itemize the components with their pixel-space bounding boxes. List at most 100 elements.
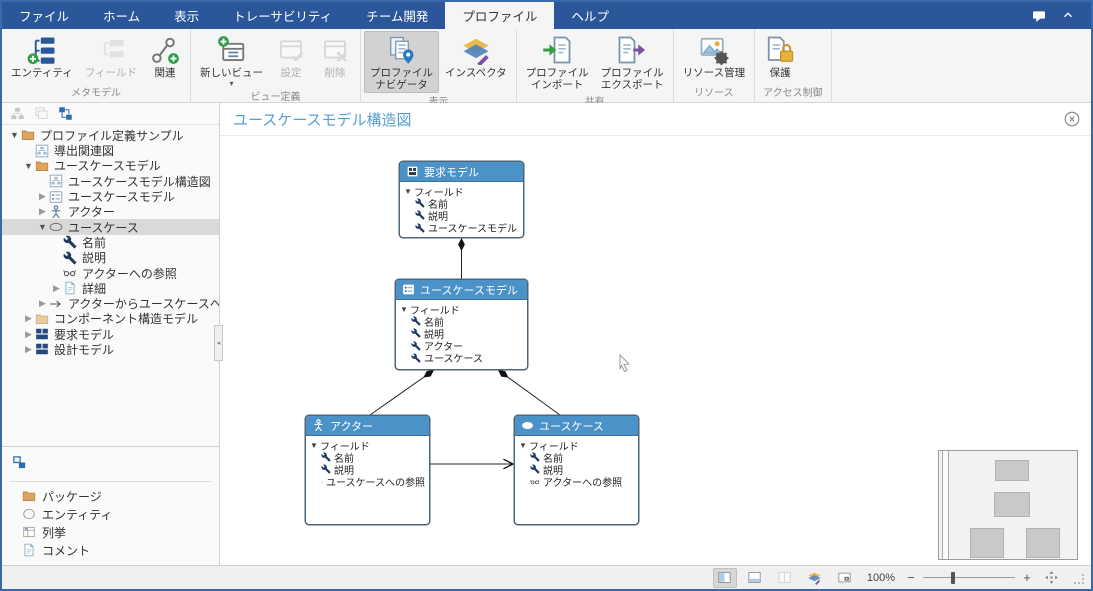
toolbox-item-エンティティ[interactable]: エンティティ [10, 505, 211, 523]
menu-tab-表示[interactable]: 表示 [157, 2, 216, 29]
collapsed-arrow-icon[interactable]: ▶ [36, 191, 49, 202]
toolbox-item-label: エンティティ [42, 506, 113, 523]
toolbox-item-コメント[interactable]: コメント [10, 541, 211, 559]
add-view-icon[interactable] [34, 106, 49, 121]
node-field-ユースケースへの参照[interactable]: ユースケースへの参照 [310, 476, 425, 488]
glasses-icon [63, 266, 77, 280]
node-header[interactable]: ユースケースモデル [396, 280, 527, 300]
sidebar-collapse-handle[interactable]: ◂ [214, 325, 223, 361]
node-field-名前[interactable]: 名前 [519, 451, 634, 463]
expanded-arrow-icon[interactable]: ▼ [519, 441, 529, 450]
tree-item-ユースケースモデル[interactable]: ▶ユースケースモデル [2, 189, 219, 204]
expanded-arrow-icon[interactable]: ▼ [8, 130, 21, 140]
tree-item-名前[interactable]: 名前 [2, 235, 219, 250]
menu-tab-チーム開発[interactable]: チーム開発 [349, 2, 445, 29]
zoom-slider-handle[interactable] [951, 572, 955, 584]
collapse-ribbon-icon[interactable] [1061, 8, 1077, 24]
node-field-フィールド[interactable]: ▼フィールド [400, 303, 523, 315]
close-diagram-icon[interactable] [1063, 110, 1081, 128]
ribbon-button-フィールド[interactable]: フィールド [79, 31, 143, 81]
expanded-arrow-icon[interactable]: ▼ [404, 187, 414, 196]
ribbon-button-設定[interactable]: 設定 [269, 31, 313, 81]
feedback-icon[interactable] [1031, 8, 1047, 24]
wrench-icon [415, 198, 425, 208]
tree-item-プロファイル定義サンプル[interactable]: ▼プロファイル定義サンプル [2, 128, 219, 143]
ribbon-button-削除[interactable]: 削除 [313, 31, 357, 81]
ribbon-button-プロファイルナビゲータ[interactable]: プロファイル ナビゲータ [364, 31, 439, 93]
view-split-vertical-button[interactable] [773, 568, 797, 588]
diagram-node-アクター[interactable]: アクター▼フィールド名前説明ユースケースへの参照 [305, 415, 430, 525]
tree-item-設計モデル[interactable]: ▶設計モデル [2, 342, 219, 357]
tree-item-ユースケースモデル構造図[interactable]: ユースケースモデル構造図 [2, 174, 219, 189]
node-field-フィールド[interactable]: ▼フィールド [310, 439, 425, 451]
tree-item-説明[interactable]: 説明 [2, 250, 219, 265]
expanded-arrow-icon[interactable]: ▼ [22, 161, 35, 171]
ribbon-button-リソース管理[interactable]: リソース管理 [677, 31, 751, 81]
node-field-ユースケースモデル[interactable]: ユースケースモデル [404, 222, 519, 234]
resize-grip[interactable] [1073, 572, 1085, 584]
menu-tab-トレーサビリティ[interactable]: トレーサビリティ [216, 2, 349, 29]
toolbox-item-列挙[interactable]: 列挙 [10, 523, 211, 541]
collapsed-arrow-icon[interactable]: ▶ [50, 283, 63, 294]
ribbon-button-新しいビュー[interactable]: 新しいビュー▾ [194, 31, 269, 88]
menu-tab-ファイル[interactable]: ファイル [2, 2, 86, 29]
expanded-arrow-icon[interactable]: ▼ [36, 222, 49, 232]
ribbon-button-保護[interactable]: 保護 [758, 31, 802, 81]
diagram-node-要求モデル[interactable]: 要求モデル▼フィールド名前説明ユースケースモデル [399, 161, 524, 238]
zoom-in-button[interactable]: + [1021, 570, 1033, 585]
locate-model-icon[interactable] [58, 106, 73, 121]
toolbox-item-パッケージ[interactable]: パッケージ [10, 487, 211, 505]
collapsed-arrow-icon[interactable]: ▶ [22, 313, 35, 324]
tree-item-ユースケース[interactable]: ▼ユースケース [2, 219, 219, 234]
view-split-horizontal-button[interactable] [743, 568, 767, 588]
expanded-arrow-icon[interactable]: ▼ [400, 305, 410, 314]
node-field-名前[interactable]: 名前 [310, 451, 425, 463]
node-field-アクターへの参照[interactable]: アクターへの参照 [519, 476, 634, 488]
diagram-surface[interactable]: 要求モデル▼フィールド名前説明ユースケースモデルユースケースモデル▼フィールド名… [220, 136, 1091, 565]
node-field-名前[interactable]: 名前 [400, 315, 523, 327]
collapsed-arrow-icon[interactable]: ▶ [36, 206, 49, 217]
composition-connector[interactable] [498, 370, 560, 415]
expanded-arrow-icon[interactable]: ▼ [310, 441, 320, 450]
ribbon-button-プロファイルエクスポート[interactable]: プロファイル エクスポート [595, 31, 670, 93]
node-field-label: ユースケースモデル [428, 220, 517, 235]
node-field-フィールド[interactable]: ▼フィールド [404, 185, 519, 197]
collapsed-arrow-icon[interactable]: ▶ [22, 329, 35, 340]
node-header[interactable]: アクター [306, 416, 429, 436]
wrench-icon [411, 328, 421, 338]
inspector-toggle-icon[interactable] [803, 568, 827, 588]
ribbon-button-エンティティ[interactable]: エンティティ [5, 31, 79, 81]
collapsed-arrow-icon[interactable]: ▶ [22, 344, 35, 355]
diagram-node-ユースケースモデル[interactable]: ユースケースモデル▼フィールド名前説明アクターユースケース [395, 279, 528, 370]
tree-item-ユースケースモデル[interactable]: ▼ユースケースモデル [2, 158, 219, 173]
menu-tab-ホーム[interactable]: ホーム [86, 2, 157, 29]
node-header[interactable]: ユースケース [515, 416, 638, 436]
diagram-node-ユースケース[interactable]: ユースケース▼フィールド名前説明アクターへの参照 [514, 415, 639, 525]
minimap-toggle-icon[interactable] [833, 568, 857, 588]
minimap[interactable] [938, 450, 1078, 560]
menu-tab-ヘルプ[interactable]: ヘルプ [554, 2, 626, 29]
menu-tab-プロファイル[interactable]: プロファイル [445, 2, 554, 29]
view-single-pane-button[interactable] [713, 568, 737, 588]
tree-item-アクターへの参照[interactable]: アクターへの参照 [2, 265, 219, 280]
tree-item-コンポーネント構造モデル[interactable]: ▶コンポーネント構造モデル [2, 311, 219, 326]
node-header[interactable]: 要求モデル [400, 162, 523, 182]
pan-tool-icon[interactable] [1039, 568, 1063, 588]
tree-item-アクター[interactable]: ▶アクター [2, 204, 219, 219]
ribbon-button-プロファイルインポート[interactable]: プロファイル インポート [520, 31, 595, 93]
tree-item-導出関連図[interactable]: 導出関連図 [2, 143, 219, 158]
node-body: ▼フィールド名前説明アクターユースケース [396, 300, 527, 367]
zoom-slider[interactable] [923, 568, 1015, 588]
zoom-out-button[interactable]: − [905, 570, 917, 585]
composition-connector[interactable] [370, 370, 434, 415]
node-field-ユースケース[interactable]: ユースケース [400, 352, 523, 364]
node-field-フィールド[interactable]: ▼フィールド [519, 439, 634, 451]
tree-item-要求モデル[interactable]: ▶要求モデル [2, 327, 219, 342]
add-diagram-icon[interactable] [10, 106, 25, 121]
tree-item-詳細[interactable]: ▶詳細 [2, 281, 219, 296]
ribbon-button-インスペクタ[interactable]: インスペクタ [439, 31, 513, 81]
collapsed-arrow-icon[interactable]: ▶ [36, 298, 49, 309]
tree-item-アクターからユースケースへの参照[interactable]: ▶アクターからユースケースへの参照 [2, 296, 219, 311]
ribbon-button-関連[interactable]: 関連 [143, 31, 187, 81]
node-field-名前[interactable]: 名前 [404, 197, 519, 209]
